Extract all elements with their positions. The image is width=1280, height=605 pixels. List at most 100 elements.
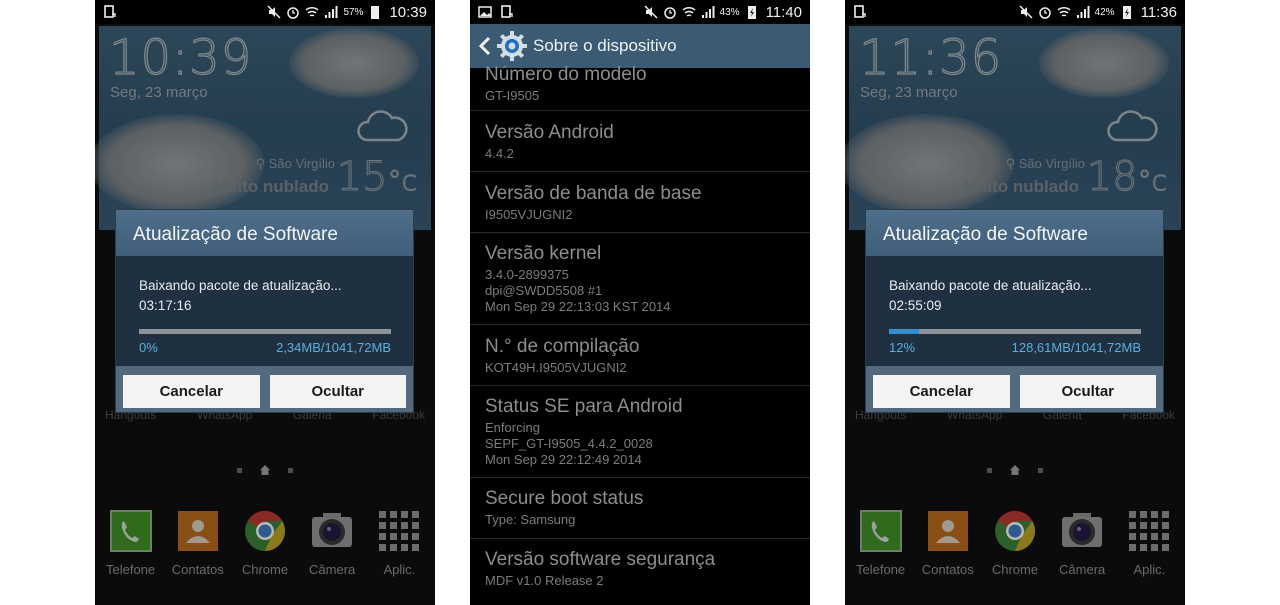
weather-location: ⚲ São Virgílio xyxy=(1006,156,1085,172)
item-title: Versão software segurança xyxy=(485,549,716,570)
item-title: Versão Android xyxy=(485,122,614,143)
list-item-build-number[interactable]: N.° de compilação KOT49H.I9505VJUGNI2 xyxy=(470,325,810,386)
cloud-graphic xyxy=(289,28,419,98)
alarm-icon xyxy=(663,7,676,19)
cloud-graphic xyxy=(95,114,264,214)
dock-label: Chrome xyxy=(991,562,1039,577)
item-value-line: 3.4.0-2899375 xyxy=(485,267,569,282)
about-device-list: Número do modelo GT-I9505 Versão Android… xyxy=(470,64,810,605)
download-size: 128,61MB/1041,72MB xyxy=(1011,340,1141,355)
list-item-secure-boot-status[interactable]: Secure boot status Type: Samsung xyxy=(470,478,810,539)
dialog-title: Atualização de Software xyxy=(866,210,1163,256)
list-item-model-number[interactable]: Número do modelo GT-I9505 xyxy=(470,64,810,111)
list-item-security-software-version[interactable]: Versão software segurança MDF v1.0 Relea… xyxy=(470,539,810,600)
signal-icon xyxy=(1076,6,1090,18)
dock-label: Chrome xyxy=(241,562,289,577)
battery-icon xyxy=(371,6,380,19)
temperature-value: 15 xyxy=(336,154,388,201)
widget-clock: 11:36 xyxy=(858,29,1003,86)
dock-item-telefone[interactable]: Telefone xyxy=(848,510,914,577)
image-notification-icon xyxy=(478,6,492,18)
cancel-button[interactable]: Cancelar xyxy=(873,375,1010,408)
status-bar: 42% 11:36 xyxy=(845,0,1185,24)
battery-charging-icon xyxy=(1122,6,1131,19)
item-value: MDF v1.0 Release 2 xyxy=(485,573,604,588)
time-remaining: 03:17:16 xyxy=(139,298,192,313)
temperature-value: 18 xyxy=(1086,154,1138,201)
widget-date: Seg, 23 março xyxy=(110,84,208,101)
dock-label: Contatos xyxy=(171,562,224,577)
dock-item-contatos[interactable]: Contatos xyxy=(915,510,981,577)
item-value: 4.4.2 xyxy=(485,146,514,161)
weather-temperature: 15°c xyxy=(336,154,417,201)
download-progress-bar xyxy=(889,329,1141,334)
page-dot[interactable] xyxy=(987,467,992,473)
contacts-icon xyxy=(177,511,218,551)
download-size: 2,34MB/1041,72MB xyxy=(276,340,391,355)
item-value-line: Mon Sep 29 22:13:03 KST 2014 xyxy=(485,299,671,314)
back-chevron-icon[interactable] xyxy=(478,36,492,56)
cancel-button[interactable]: Cancelar xyxy=(123,375,260,408)
item-title: N.° de compilação xyxy=(485,336,640,357)
weather-widget[interactable]: 11:36 Seg, 23 março ⚲ São Virgílio Muito… xyxy=(845,26,1181,230)
dock-item-camera[interactable]: Câmera xyxy=(1049,510,1115,577)
dialog-title: Atualização de Software xyxy=(116,210,413,256)
widget-date: Seg, 23 março xyxy=(860,84,958,101)
list-item-android-version[interactable]: Versão Android 4.4.2 xyxy=(470,111,810,172)
dock-label: Câmera xyxy=(309,562,356,577)
battery-percent: 42% xyxy=(1094,6,1115,18)
cloudy-weather-icon xyxy=(357,110,408,142)
dock-item-camera[interactable]: Câmera xyxy=(299,510,365,577)
time-remaining: 02:55:09 xyxy=(889,298,942,313)
software-update-dialog: Atualização de Software Baixando pacote … xyxy=(866,210,1163,412)
location-pin-icon: ⚲ xyxy=(1005,156,1019,171)
page-indicator xyxy=(95,465,435,475)
page-dot[interactable] xyxy=(237,467,242,473)
weather-location: ⚲ São Virgílio xyxy=(256,156,335,172)
download-message: Baixando pacote de atualização... xyxy=(889,278,1092,293)
item-value: Type: Samsung xyxy=(485,512,576,527)
dock-item-contatos[interactable]: Contatos xyxy=(165,510,231,577)
list-item-kernel-version[interactable]: Versão kernel 3.4.0-2899375 dpi@SWDD5508… xyxy=(470,233,810,325)
location-text: São Virgílio xyxy=(1018,156,1085,171)
status-time: 10:39 xyxy=(389,3,427,21)
phone-icon xyxy=(109,510,152,552)
dock-label: Contatos xyxy=(921,562,974,577)
device-update-icon xyxy=(854,5,866,18)
wifi-icon xyxy=(1057,6,1071,17)
hide-button[interactable]: Ocultar xyxy=(269,375,406,408)
dock-label: Aplic. xyxy=(1133,562,1166,577)
hide-button[interactable]: Ocultar xyxy=(1019,375,1156,408)
phone-screen-home-update-0: 57% 10:39 10:39 Seg, 23 março ⚲ São Virg… xyxy=(95,0,435,605)
weather-widget[interactable]: 10:39 Seg, 23 março ⚲ São Virgílio Muito… xyxy=(95,26,431,230)
home-page-icon[interactable] xyxy=(260,465,270,475)
list-item-selinux-status[interactable]: Status SE para Android Enforcing SEPF_GT… xyxy=(470,386,810,478)
list-item-baseband-version[interactable]: Versão de banda de base I9505VJUGNI2 xyxy=(470,172,810,233)
mute-icon xyxy=(644,5,658,19)
phone-screen-home-update-12: 42% 11:36 11:36 Seg, 23 março ⚲ São Virg… xyxy=(845,0,1185,605)
dock-item-apps[interactable]: Aplic. xyxy=(1116,510,1182,577)
app-dock: Telefone Contatos Chrome Câmera Aplic. xyxy=(845,510,1185,577)
progress-info: 12% 128,61MB/1041,72MB xyxy=(889,340,1141,355)
camera-icon xyxy=(1062,513,1103,547)
battery-percent: 43% xyxy=(719,6,740,18)
status-bar: 57% 10:39 xyxy=(95,0,435,24)
page-indicator xyxy=(845,465,1185,475)
home-page-icon[interactable] xyxy=(1010,465,1020,475)
dock-item-chrome[interactable]: Chrome xyxy=(982,510,1048,577)
location-pin-icon: ⚲ xyxy=(255,156,269,171)
progress-fill xyxy=(889,329,920,334)
dock-item-chrome[interactable]: Chrome xyxy=(232,510,298,577)
item-title: Versão de banda de base xyxy=(485,183,702,204)
dialog-buttons: Cancelar Ocultar xyxy=(873,375,1156,408)
dock-item-telefone[interactable]: Telefone xyxy=(98,510,164,577)
wifi-icon xyxy=(682,6,696,17)
page-dot[interactable] xyxy=(288,467,293,473)
software-update-dialog: Atualização de Software Baixando pacote … xyxy=(116,210,413,412)
download-progress-bar xyxy=(139,329,391,334)
dock-item-apps[interactable]: Aplic. xyxy=(366,510,432,577)
item-title: Versão kernel xyxy=(485,243,602,264)
apps-grid-icon xyxy=(1129,511,1170,551)
page-dot[interactable] xyxy=(1038,467,1043,473)
settings-header: Sobre o dispositivo xyxy=(470,24,810,68)
